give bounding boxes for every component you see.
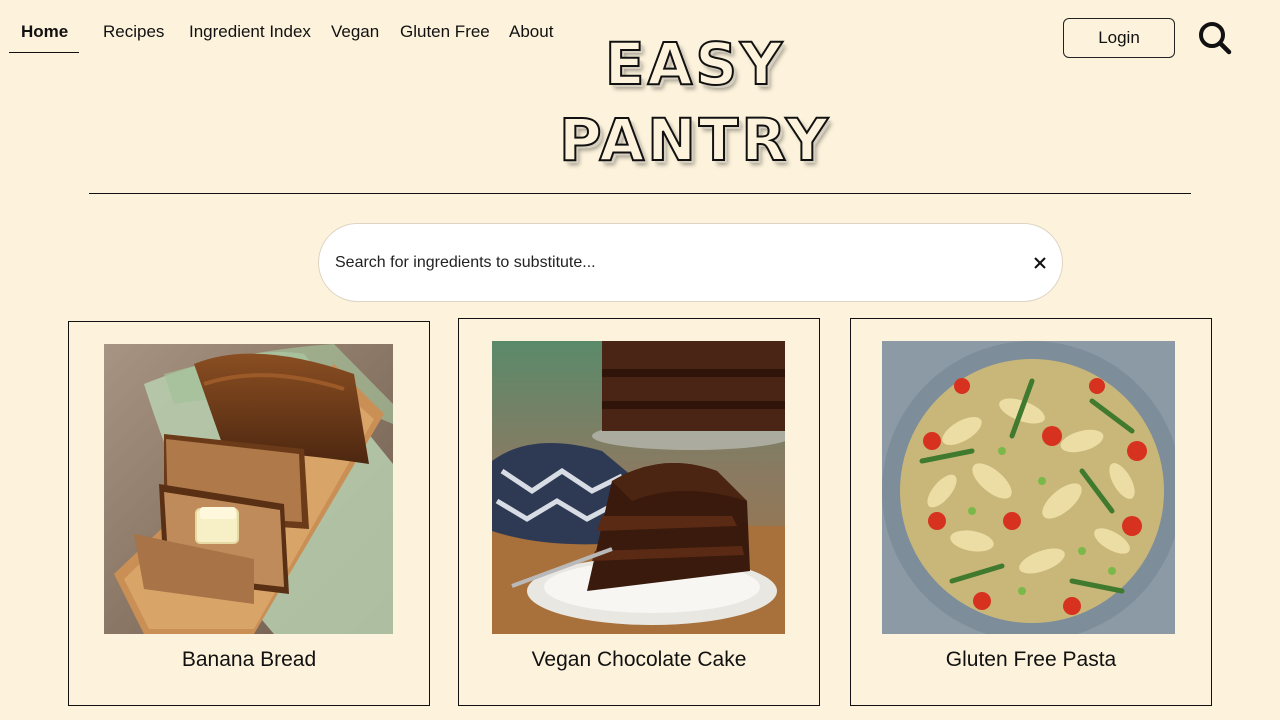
logo-line-2: PANTRY xyxy=(558,105,831,175)
nav-recipes[interactable]: Recipes xyxy=(103,22,164,42)
search-icon[interactable] xyxy=(1197,20,1233,56)
recipe-card-banana-bread[interactable]: Banana Bread xyxy=(68,321,430,706)
header-divider xyxy=(89,193,1191,194)
recipe-card-vegan-chocolate-cake[interactable]: Vegan Chocolate Cake xyxy=(458,318,820,706)
chocolate-cake-image xyxy=(492,341,785,634)
ingredient-search-bar xyxy=(318,223,1063,302)
active-nav-underline xyxy=(9,52,79,53)
nav-gluten-free[interactable]: Gluten Free xyxy=(400,22,490,42)
recipe-card-gluten-free-pasta[interactable]: Gluten Free Pasta xyxy=(850,318,1212,706)
nav-home[interactable]: Home xyxy=(21,22,68,42)
card-title: Gluten Free Pasta xyxy=(945,648,1117,671)
logo-line-1: EASY xyxy=(604,29,786,99)
card-title: Vegan Chocolate Cake xyxy=(531,648,747,671)
site-logo[interactable]: EASY PANTRY xyxy=(540,26,850,178)
clear-icon[interactable] xyxy=(1031,254,1049,272)
nav-vegan[interactable]: Vegan xyxy=(331,22,379,42)
card-title: Banana Bread xyxy=(181,648,317,671)
pasta-image xyxy=(882,341,1175,634)
login-button[interactable]: Login xyxy=(1063,18,1175,58)
search-input[interactable] xyxy=(335,224,1015,301)
nav-ingredient-index[interactable]: Ingredient Index xyxy=(189,22,311,42)
banana-bread-image xyxy=(104,344,393,634)
